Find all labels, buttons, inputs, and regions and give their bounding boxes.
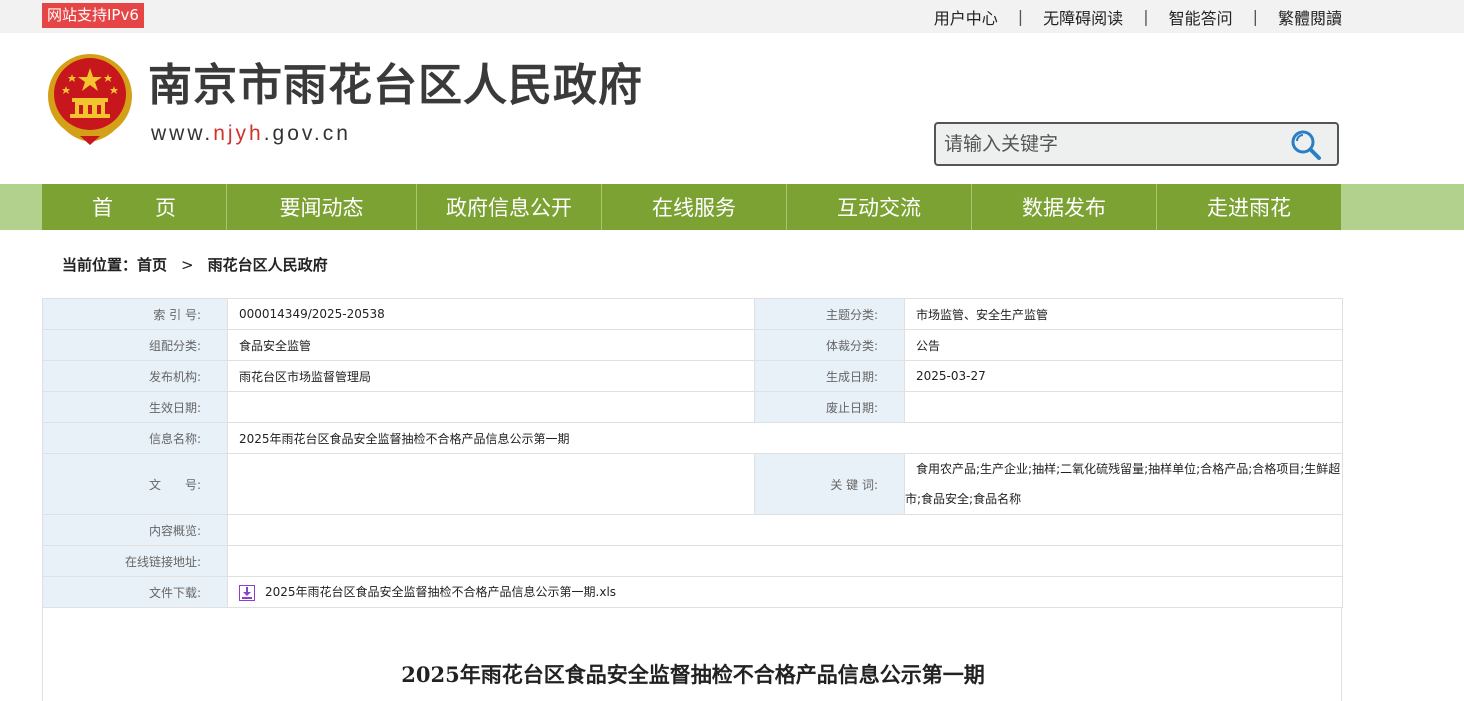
download-icon[interactable]	[239, 584, 255, 601]
doc-no-label: 文 号:	[42, 453, 228, 515]
nav-item-interaction[interactable]: 互动交流	[787, 184, 972, 230]
nav-item-gov-info[interactable]: 政府信息公开	[417, 184, 602, 230]
top-link-separator: |	[1143, 7, 1149, 26]
created-date-value: 2025-03-27	[904, 360, 1343, 392]
nav-item-about-yuhua[interactable]: 走进雨花	[1157, 184, 1341, 230]
breadcrumb-current-link[interactable]: 雨花台区人民政府	[208, 254, 328, 275]
table-row: 索 引 号: 000014349/2025-20538 主题分类: 市场监管、安…	[42, 298, 1343, 330]
breadcrumb-home-link[interactable]: 首页	[137, 254, 167, 275]
site-url-highlight: njyh	[213, 122, 264, 145]
info-name-value: 2025年雨花台区食品安全监督抽检不合格产品信息公示第一期	[227, 422, 1343, 454]
genre-label: 体裁分类:	[754, 329, 905, 361]
topic-value: 市场监管、安全生产监管	[904, 298, 1343, 330]
nav-item-home[interactable]: 首 页	[42, 184, 227, 230]
article-title: 2025年雨花台区食品安全监督抽检不合格产品信息公示第一期	[401, 662, 985, 687]
table-row: 文件下载: 2025年雨花台区食品安全监督抽检不合格产品信息公示第一期.xls	[42, 576, 1343, 608]
ipv6-badge: 网站支持IPv6	[42, 3, 144, 28]
keywords-label: 关 键 词:	[754, 453, 905, 515]
search-box	[934, 122, 1339, 166]
accessibility-link[interactable]: 无障碍阅读	[1043, 5, 1123, 29]
effective-date-label: 生效日期:	[42, 391, 228, 423]
user-center-link[interactable]: 用户中心	[934, 5, 998, 29]
abolished-date-label: 废止日期:	[754, 391, 905, 423]
publisher-label: 发布机构:	[42, 360, 228, 392]
doc-no-value	[227, 453, 755, 515]
site-title: 南京市雨花台区人民政府	[148, 60, 643, 111]
category-value: 食品安全监管	[227, 329, 755, 361]
article-content: 2025年雨花台区食品安全监督抽检不合格产品信息公示第一期	[42, 607, 1342, 701]
breadcrumb-arrow-icon: >	[181, 255, 194, 274]
index-no-value: 000014349/2025-20538	[227, 298, 755, 330]
online-link-label: 在线链接地址:	[42, 545, 228, 577]
summary-label: 内容概览:	[42, 514, 228, 546]
site-url-suffix: .gov.cn	[263, 122, 351, 145]
traditional-chinese-link[interactable]: 繁體閱讀	[1278, 5, 1342, 29]
top-link-separator: |	[1252, 7, 1258, 26]
info-name-label: 信息名称:	[42, 422, 228, 454]
site-url-prefix: www.	[151, 122, 214, 145]
site-url: www.njyh.gov.cn	[151, 120, 351, 148]
created-date-label: 生成日期:	[754, 360, 905, 392]
download-file-link[interactable]: 2025年雨花台区食品安全监督抽检不合格产品信息公示第一期.xls	[265, 585, 616, 599]
summary-value	[227, 514, 1343, 546]
search-icon[interactable]	[1289, 128, 1323, 162]
table-row: 在线链接地址:	[42, 545, 1343, 577]
main-nav: 首 页 要闻动态 政府信息公开 在线服务 互动交流 数据发布 走进雨花	[42, 184, 1341, 230]
keywords-value: 食用农产品;生产企业;抽样;二氧化硫残留量;抽样单位;合格产品;合格项目;生鲜超…	[905, 462, 1341, 506]
top-links: 用户中心 | 无障碍阅读 | 智能答问 | 繁體閱讀	[934, 0, 1342, 33]
search-input[interactable]	[944, 128, 1274, 160]
online-link-value	[227, 545, 1343, 577]
download-cell: 2025年雨花台区食品安全监督抽检不合格产品信息公示第一期.xls	[227, 576, 1343, 608]
national-emblem-icon	[44, 52, 136, 146]
top-bar: 网站支持IPv6 用户中心 | 无障碍阅读 | 智能答问 | 繁體閱讀	[0, 0, 1464, 33]
top-link-separator: |	[1017, 7, 1024, 26]
table-row: 发布机构: 雨花台区市场监督管理局 生成日期: 2025-03-27	[42, 360, 1343, 392]
keywords-cell: 食用农产品;生产企业;抽样;二氧化硫残留量;抽样单位;合格产品;合格项目;生鲜超…	[904, 453, 1343, 515]
info-meta-table: 索 引 号: 000014349/2025-20538 主题分类: 市场监管、安…	[42, 298, 1343, 608]
table-row: 生效日期: 废止日期:	[42, 391, 1343, 423]
nav-item-online-service[interactable]: 在线服务	[602, 184, 787, 230]
breadcrumb-label: 当前位置：	[62, 256, 138, 274]
nav-item-data-release[interactable]: 数据发布	[972, 184, 1157, 230]
breadcrumb: 当前位置： 首页 > 雨花台区人民政府	[62, 254, 328, 275]
table-row: 文 号: 关 键 词: 食用农产品;生产企业;抽样;二氧化硫残留量;抽样单位;合…	[42, 453, 1343, 515]
index-no-label: 索 引 号:	[42, 298, 228, 330]
nav-item-news[interactable]: 要闻动态	[227, 184, 417, 230]
table-row: 内容概览:	[42, 514, 1343, 546]
topic-label: 主题分类:	[754, 298, 905, 330]
smart-qa-link[interactable]: 智能答问	[1169, 5, 1233, 29]
abolished-date-value	[904, 391, 1343, 423]
effective-date-value	[227, 391, 755, 423]
publisher-value: 雨花台区市场监督管理局	[227, 360, 755, 392]
genre-value: 公告	[904, 329, 1343, 361]
table-row: 组配分类: 食品安全监管 体裁分类: 公告	[42, 329, 1343, 361]
category-label: 组配分类:	[42, 329, 228, 361]
table-row: 信息名称: 2025年雨花台区食品安全监督抽检不合格产品信息公示第一期	[42, 422, 1343, 454]
download-label: 文件下载:	[42, 576, 228, 608]
